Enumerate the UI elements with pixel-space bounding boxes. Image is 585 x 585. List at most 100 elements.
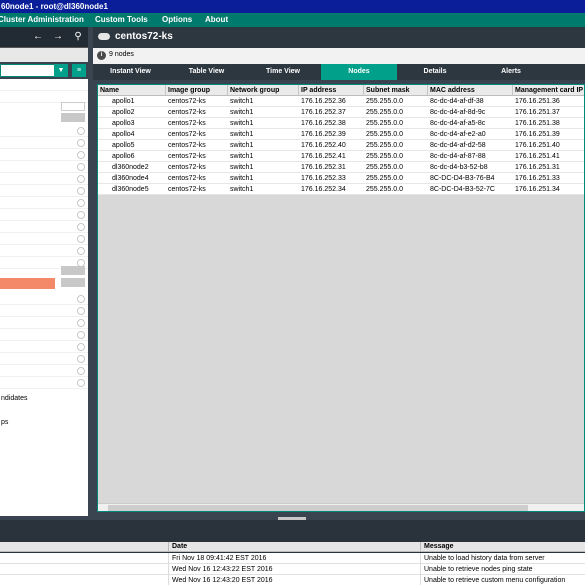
tree-row[interactable] (0, 161, 88, 173)
cell-name: apollo4 (112, 131, 135, 138)
column-header-mac-address[interactable]: MAC address (428, 85, 513, 96)
tree-row-field (61, 102, 85, 111)
tree-row[interactable] (0, 221, 88, 233)
tree-row[interactable] (0, 137, 88, 149)
back-arrow-icon[interactable]: ← (30, 30, 46, 44)
cell-ip-address: 176.16.252.34 (301, 186, 346, 193)
table-row[interactable]: dl360node5 centos72-ks switch1 176.16.252.3… (98, 184, 584, 195)
menu-about[interactable]: About (205, 13, 228, 27)
status-icon (77, 295, 85, 303)
tab-table-view[interactable]: Table View (168, 64, 245, 80)
cloud-icon (98, 33, 110, 40)
cell-subnet-mask: 255.255.0.0 (366, 186, 403, 193)
tab-nodes[interactable]: Nodes (321, 64, 397, 80)
table-row[interactable]: dl360node4 centos72-ks switch1 176.16.252.3… (98, 173, 584, 184)
menu-custom-tools[interactable]: Custom Tools (95, 13, 148, 27)
tab-time-view[interactable]: Time View (245, 64, 321, 80)
horizontal-scrollbar[interactable] (98, 503, 584, 511)
log-date: Fri Nov 18 09:41:42 EST 2016 (168, 553, 420, 564)
column-header-image-group[interactable]: Image group (166, 85, 228, 96)
column-header-ip-address[interactable]: IP address (299, 85, 364, 96)
column-header-management-card-ip[interactable]: Management card IP (513, 85, 584, 96)
tree-row[interactable] (0, 305, 88, 317)
tree-row-field (61, 278, 85, 287)
tree-row[interactable] (0, 377, 88, 389)
search-icon[interactable]: ⚲ (70, 30, 86, 44)
status-icon (77, 247, 85, 255)
column-header-name[interactable]: Name (98, 85, 166, 96)
table-row[interactable]: apollo2 centos72-ks switch1 176.16.252.37 25… (98, 107, 584, 118)
tree-row[interactable] (0, 173, 88, 185)
cell-image-group: centos72-ks (168, 109, 206, 116)
left-filter-bar (0, 48, 88, 62)
tab-details[interactable]: Details (397, 64, 473, 80)
tree-row[interactable] (0, 353, 88, 365)
cell-image-group: centos72-ks (168, 164, 206, 171)
status-icon (77, 139, 85, 147)
column-header-subnet-mask[interactable]: Subnet mask (364, 85, 428, 96)
tree-row[interactable] (0, 329, 88, 341)
cell-name: apollo5 (112, 142, 135, 149)
tree-row[interactable] (0, 209, 88, 221)
log-date: Wed Nov 16 12:43:20 EST 2016 (168, 575, 420, 585)
cell-image-group: centos72-ks (168, 153, 206, 160)
cell-name: apollo6 (112, 153, 135, 160)
log-column-message[interactable]: Message (420, 542, 585, 552)
selected-tree-row[interactable] (0, 278, 55, 289)
tree-row[interactable] (0, 149, 88, 161)
table-row[interactable]: apollo6 centos72-ks switch1 176.16.252.41 25… (98, 151, 584, 162)
log-row[interactable]: Wed Nov 16 12:43:22 EST 2016 Unable to re… (0, 564, 585, 575)
cell-management-card-ip: 176.16.251.40 (515, 142, 560, 149)
table-row[interactable]: apollo5 centos72-ks switch1 176.16.252.40 25… (98, 140, 584, 151)
tree-row[interactable] (0, 185, 88, 197)
cell-mac-address: 8C-DC-D4-B3-52-7C (430, 186, 495, 193)
chevron-down-icon[interactable]: ▼ (54, 64, 68, 77)
log-row[interactable]: Fri Nov 18 09:41:42 EST 2016 Unable to lo… (0, 553, 585, 564)
tree-row[interactable] (0, 233, 88, 245)
tree-row[interactable] (0, 365, 88, 377)
tree-row-field (61, 113, 85, 122)
table-row[interactable]: apollo3 centos72-ks switch1 176.16.252.38 25… (98, 118, 584, 129)
filter-options-icon[interactable]: ≡ (72, 64, 86, 77)
cell-network-group: switch1 (230, 98, 254, 105)
tab-alerts[interactable]: Alerts (473, 64, 549, 80)
cell-ip-address: 176.16.252.31 (301, 164, 346, 171)
node-count: 9 nodes (109, 51, 134, 58)
cell-image-group: centos72-ks (168, 131, 206, 138)
tree-row[interactable] (0, 293, 88, 305)
cell-subnet-mask: 255.255.0.0 (366, 98, 403, 105)
log-row[interactable]: Wed Nov 16 12:43:20 EST 2016 Unable to re… (0, 575, 585, 585)
table-row[interactable]: dl360node2 centos72-ks switch1 176.16.252.3… (98, 162, 584, 173)
menu-cluster-administration[interactable]: Cluster Administration (0, 13, 84, 27)
scrollbar-thumb[interactable] (108, 505, 528, 511)
cell-name: dl360node5 (112, 186, 149, 193)
table-row[interactable]: apollo4 centos72-ks switch1 176.16.252.39 25… (98, 129, 584, 140)
log-column-date[interactable]: Date (168, 542, 420, 552)
groups-label[interactable]: ps (1, 419, 8, 426)
candidates-label[interactable]: ndidates (1, 395, 27, 402)
tree-row[interactable] (0, 125, 88, 137)
status-icon (77, 163, 85, 171)
cell-name: apollo2 (112, 109, 135, 116)
cell-image-group: centos72-ks (168, 98, 206, 105)
tree-row[interactable] (0, 245, 88, 257)
cell-management-card-ip: 176.16.251.36 (515, 98, 560, 105)
nodes-table: Name Image group Network group IP addres… (97, 84, 585, 512)
tree-row[interactable] (0, 79, 88, 91)
cell-image-group: centos72-ks (168, 142, 206, 149)
menu-options[interactable]: Options (162, 13, 192, 27)
image-group-header: centos72-ks (93, 27, 585, 48)
tree-row[interactable] (0, 341, 88, 353)
tree-row[interactable] (0, 197, 88, 209)
cell-management-card-ip: 176.16.251.34 (515, 186, 560, 193)
status-icon (77, 355, 85, 363)
cell-network-group: switch1 (230, 142, 254, 149)
forward-arrow-icon[interactable]: → (50, 30, 66, 44)
table-row[interactable]: apollo1 centos72-ks switch1 176.16.252.36 25… (98, 96, 584, 107)
column-header-network-group[interactable]: Network group (228, 85, 299, 96)
log-date: Wed Nov 16 12:43:22 EST 2016 (168, 564, 420, 575)
tree-row[interactable] (0, 317, 88, 329)
tab-instant-view[interactable]: Instant View (93, 64, 168, 80)
nodes-panel: Name Image group Network group IP addres… (93, 80, 585, 516)
cell-image-group: centos72-ks (168, 186, 206, 193)
